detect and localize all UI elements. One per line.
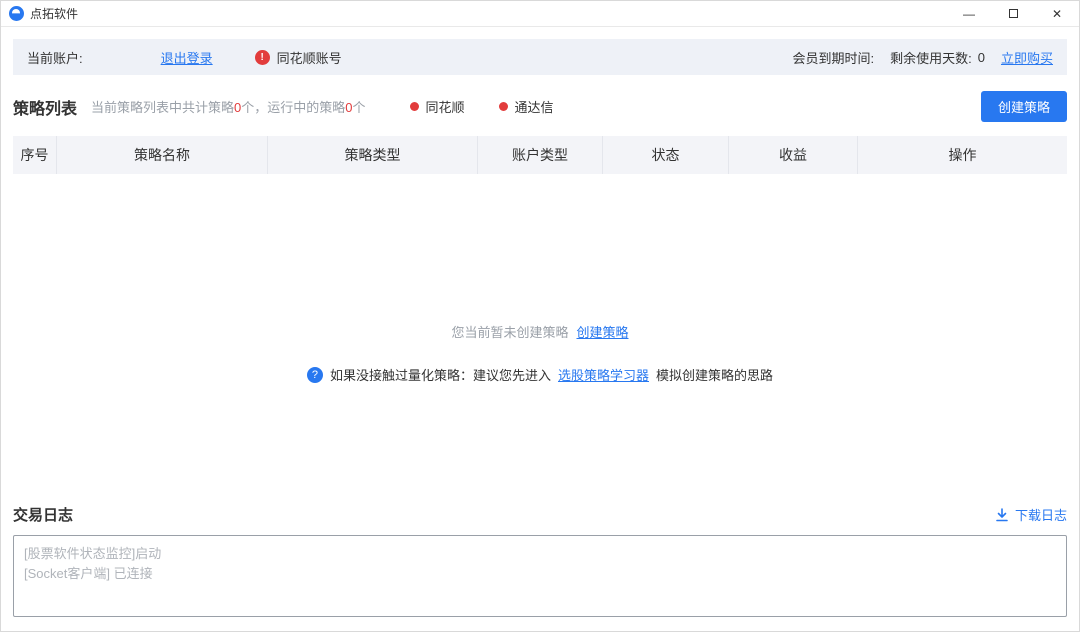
empty-state: 您当前暂未创建策略 创建策略 ? 如果没接触过量化策略：建议您先进入 选股策略学…: [1, 174, 1079, 504]
window-title: 点拓软件: [30, 5, 78, 22]
maximize-button[interactable]: [991, 1, 1035, 26]
remaining-days-label: 剩余使用天数:: [890, 48, 972, 67]
logout-link[interactable]: 退出登录: [161, 48, 213, 67]
column-header-name: 策略名称: [57, 136, 268, 174]
column-header-index: 序号: [13, 136, 57, 174]
red-dot-icon: [499, 102, 508, 111]
broker-legend: 同花顺 通达信: [410, 97, 554, 116]
log-line: [股票软件状态监控]启动: [24, 544, 1056, 564]
summary-text: 个: [353, 100, 366, 115]
empty-state-message: 您当前暂未创建策略 创建策略: [451, 322, 628, 341]
empty-state-tip: ? 如果没接触过量化策略：建议您先进入 选股策略学习器 模拟创建策略的思路: [307, 365, 773, 384]
column-header-actions: 操作: [858, 136, 1067, 174]
legend-item-ths: 同花顺: [410, 97, 465, 116]
create-strategy-button[interactable]: 创建策略: [981, 91, 1067, 122]
empty-state-text: 您当前暂未创建策略: [451, 322, 568, 341]
tip-suffix-text: 模拟创建策略的思路: [656, 365, 773, 384]
strategy-list-header: 策略列表 当前策略列表中共计策略0个，运行中的策略0个 同花顺 通达信 创建策略: [13, 91, 1067, 122]
download-log[interactable]: 下载日志: [995, 505, 1067, 524]
download-icon: [995, 508, 1009, 522]
column-header-type: 策略类型: [268, 136, 478, 174]
warning-icon: !: [255, 50, 270, 65]
remaining-days: 剩余使用天数: 0: [890, 48, 985, 67]
legend-label: 同花顺: [426, 97, 465, 116]
trading-log-section: 交易日志 下载日志 [股票软件状态监控]启动 [Socket客户端] 已连接: [13, 504, 1067, 617]
app-window: 点拓软件 — ✕ 当前账户: 退出登录 ! 同花顺账号 会员到期时间: 剩余使用…: [0, 0, 1080, 632]
app-logo-icon: [9, 6, 24, 21]
column-header-status: 状态: [603, 136, 729, 174]
tip-prefix-text: 如果没接触过量化策略：建议您先进入: [330, 365, 551, 384]
close-button[interactable]: ✕: [1035, 1, 1079, 26]
column-header-account-type: 账户类型: [478, 136, 603, 174]
summary-text: 当前策略列表中共计策略: [91, 100, 234, 115]
download-log-link[interactable]: 下载日志: [1015, 505, 1067, 524]
account-type-label: 同花顺账号: [277, 48, 342, 67]
window-controls: — ✕: [947, 1, 1079, 26]
help-icon: ?: [307, 367, 323, 383]
summary-text: 个，运行中的策略: [241, 100, 345, 115]
strategy-learner-link[interactable]: 选股策略学习器: [558, 365, 649, 384]
strategy-list-title: 策略列表: [13, 95, 77, 119]
strategy-table-header: 序号 策略名称 策略类型 账户类型 状态 收益 操作: [13, 136, 1067, 174]
legend-label: 通达信: [515, 97, 554, 116]
strategy-running-count: 0: [345, 100, 352, 115]
column-header-profit: 收益: [729, 136, 858, 174]
titlebar: 点拓软件 — ✕: [1, 1, 1079, 27]
log-line: [Socket客户端] 已连接: [24, 564, 1056, 584]
account-bar: 当前账户: 退出登录 ! 同花顺账号 会员到期时间: 剩余使用天数: 0 立即购…: [13, 39, 1067, 75]
red-dot-icon: [410, 102, 419, 111]
legend-item-tdx: 通达信: [499, 97, 554, 116]
account-bar-right: 会员到期时间: 剩余使用天数: 0 立即购买: [793, 48, 1054, 67]
strategy-summary: 当前策略列表中共计策略0个，运行中的策略0个: [91, 97, 366, 116]
remaining-days-value: 0: [978, 50, 985, 65]
maximize-icon: [1009, 9, 1018, 18]
create-strategy-link[interactable]: 创建策略: [577, 322, 629, 341]
trading-log-header: 交易日志 下载日志: [13, 504, 1067, 525]
current-account-label: 当前账户:: [27, 48, 83, 67]
minimize-button[interactable]: —: [947, 1, 991, 26]
trading-log-output: [股票软件状态监控]启动 [Socket客户端] 已连接: [13, 535, 1067, 617]
membership-expiry-label: 会员到期时间:: [793, 48, 875, 67]
trading-log-title: 交易日志: [13, 504, 73, 525]
buy-now-link[interactable]: 立即购买: [1001, 48, 1053, 67]
